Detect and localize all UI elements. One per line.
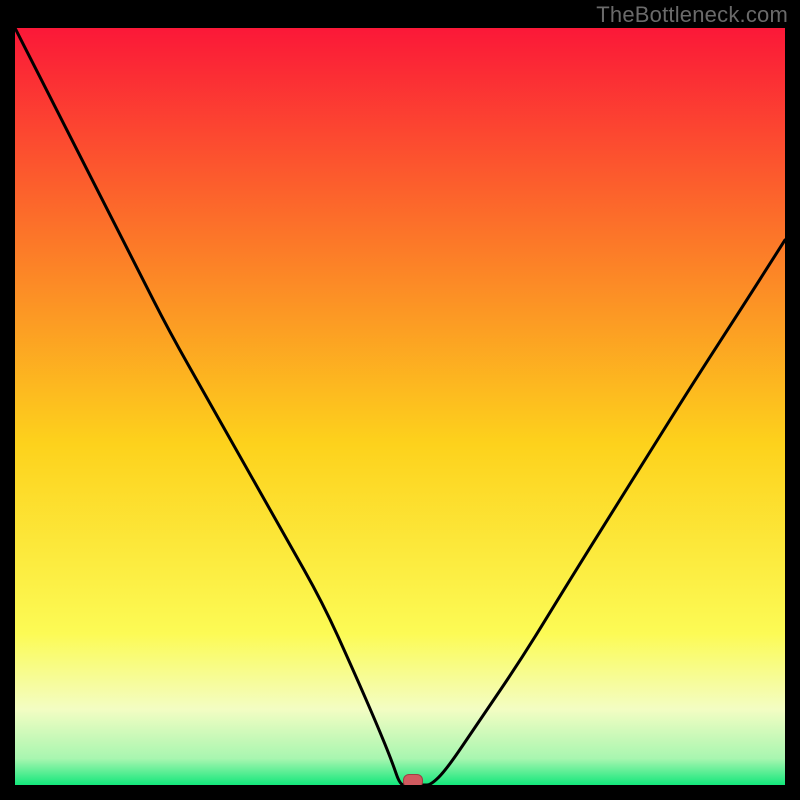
gradient-rect — [15, 28, 785, 785]
chart-frame: TheBottleneck.com — [0, 0, 800, 800]
optimum-marker — [403, 774, 423, 785]
plot-area — [15, 28, 785, 785]
plot-svg — [15, 28, 785, 785]
watermark-text: TheBottleneck.com — [596, 2, 788, 28]
